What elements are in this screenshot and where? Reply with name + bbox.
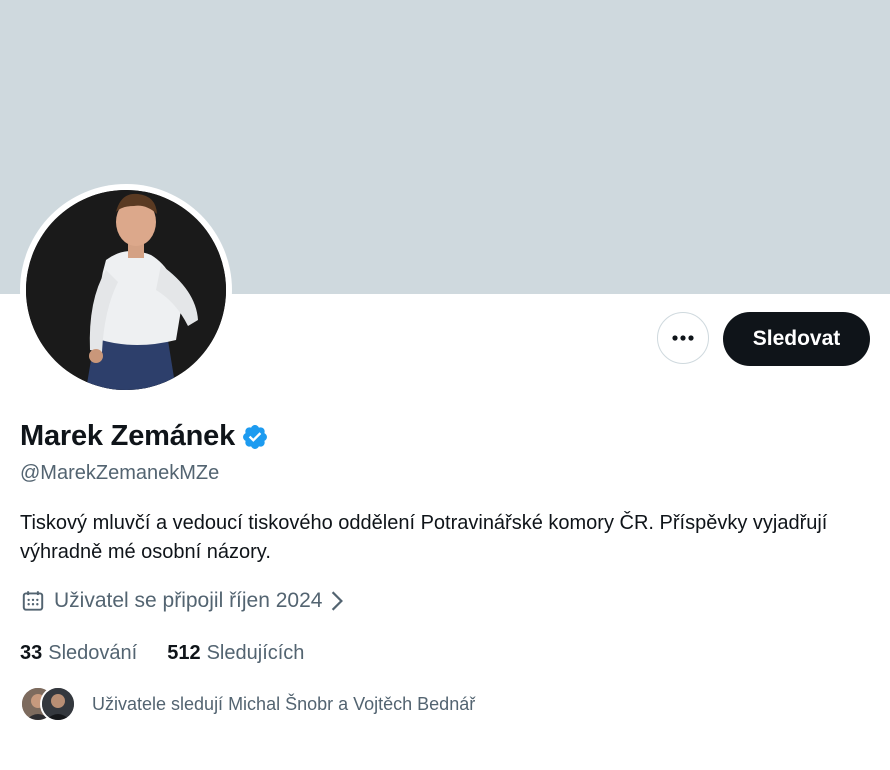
chevron-right-icon bbox=[332, 591, 344, 611]
followed-by-text: Uživatele sledují Michal Šnobr a Vojtěch… bbox=[92, 693, 476, 714]
verified-badge-icon[interactable] bbox=[241, 423, 269, 451]
more-options-button[interactable] bbox=[657, 312, 709, 364]
more-dots-icon bbox=[672, 335, 694, 341]
avatar-photo bbox=[26, 190, 226, 390]
profile-stats: 33 Sledování 512 Sledujících bbox=[20, 642, 334, 665]
follow-button[interactable]: Sledovat bbox=[723, 312, 870, 366]
profile-avatar[interactable] bbox=[20, 184, 232, 396]
followers-stat[interactable]: 512 Sledujících bbox=[167, 642, 304, 665]
following-stat[interactable]: 33 Sledování bbox=[20, 642, 137, 665]
profile-handle: @MarekZemanekMZe bbox=[20, 462, 220, 484]
followers-label: Sledujících bbox=[206, 642, 305, 664]
followers-count: 512 bbox=[167, 642, 201, 664]
joined-date-text: Uživatel se připojil říjen 2024 bbox=[54, 589, 323, 612]
profile-bio: Tiskový mluvčí a vedoucí tiskového odděl… bbox=[20, 512, 828, 563]
joined-date-link[interactable]: Uživatel se připojil říjen 2024 bbox=[20, 588, 346, 614]
profile-name-row: Marek Zemánek bbox=[20, 420, 269, 453]
mutual-avatars bbox=[20, 686, 76, 722]
profile-name: Marek Zemánek bbox=[20, 420, 236, 452]
followers-you-know[interactable]: Uživatele sledují Michal Šnobr a Vojtěch… bbox=[20, 686, 475, 722]
following-label: Sledování bbox=[48, 642, 138, 664]
mutual-avatar-2 bbox=[40, 686, 76, 722]
following-count: 33 bbox=[20, 642, 43, 664]
calendar-icon bbox=[22, 591, 44, 611]
